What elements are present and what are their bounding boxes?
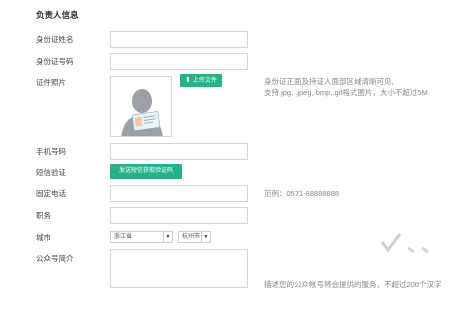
phone-input[interactable] (110, 143, 248, 160)
city-label: 城市 (36, 233, 51, 242)
send-sms-code-button[interactable]: 发送短信获取验证码 (110, 164, 182, 179)
sms-label: 短信验证 (36, 168, 66, 177)
id-photo-placeholder (110, 76, 172, 137)
city-value: 杭州市 (182, 234, 201, 240)
intro-label: 公众号简介 (36, 254, 74, 263)
chevron-down-icon: ▼ (163, 232, 172, 242)
photo-hint-line1: 身份证正面及持证人面部区域清晰可见, (264, 77, 394, 86)
person-avatar-icon (111, 77, 171, 136)
watermark-icon (380, 233, 429, 254)
intro-textarea[interactable] (110, 249, 248, 288)
landline-label: 固定电话 (36, 189, 66, 198)
province-value: 浙江省 (114, 234, 133, 240)
chevron-down-icon: ▼ (201, 232, 210, 242)
photo-label: 证件照片 (36, 78, 66, 87)
watermark-logo (378, 228, 438, 263)
photo-hint-line2: 支持.jpg, .jpeg,.bmp,.gif格式图片，大小不超过5M (264, 88, 428, 97)
upload-file-button[interactable]: ⬆ 上传文件 (180, 74, 222, 87)
id-number-label: 身份证号码 (36, 57, 74, 66)
position-input[interactable] (110, 207, 248, 224)
position-label: 职务 (36, 211, 51, 220)
id-number-input[interactable] (110, 53, 248, 70)
intro-hint: 描述您的公众帐号将会提供的服务，不超过200个汉字 (264, 280, 442, 289)
phone-label: 手机号码 (36, 147, 66, 156)
landline-input[interactable] (110, 185, 248, 202)
landline-hint: 范例：0571-88888888 (264, 189, 340, 198)
province-select[interactable]: 浙江省 ▼ (110, 231, 173, 243)
city-select[interactable]: 杭州市 ▼ (178, 231, 211, 243)
upload-arrow-icon: ⬆ (185, 77, 191, 84)
name-label: 身份证姓名 (36, 35, 74, 44)
name-input[interactable] (110, 31, 248, 48)
upload-button-label: 上传文件 (192, 78, 217, 84)
section-title: 负责人信息 (36, 10, 79, 20)
